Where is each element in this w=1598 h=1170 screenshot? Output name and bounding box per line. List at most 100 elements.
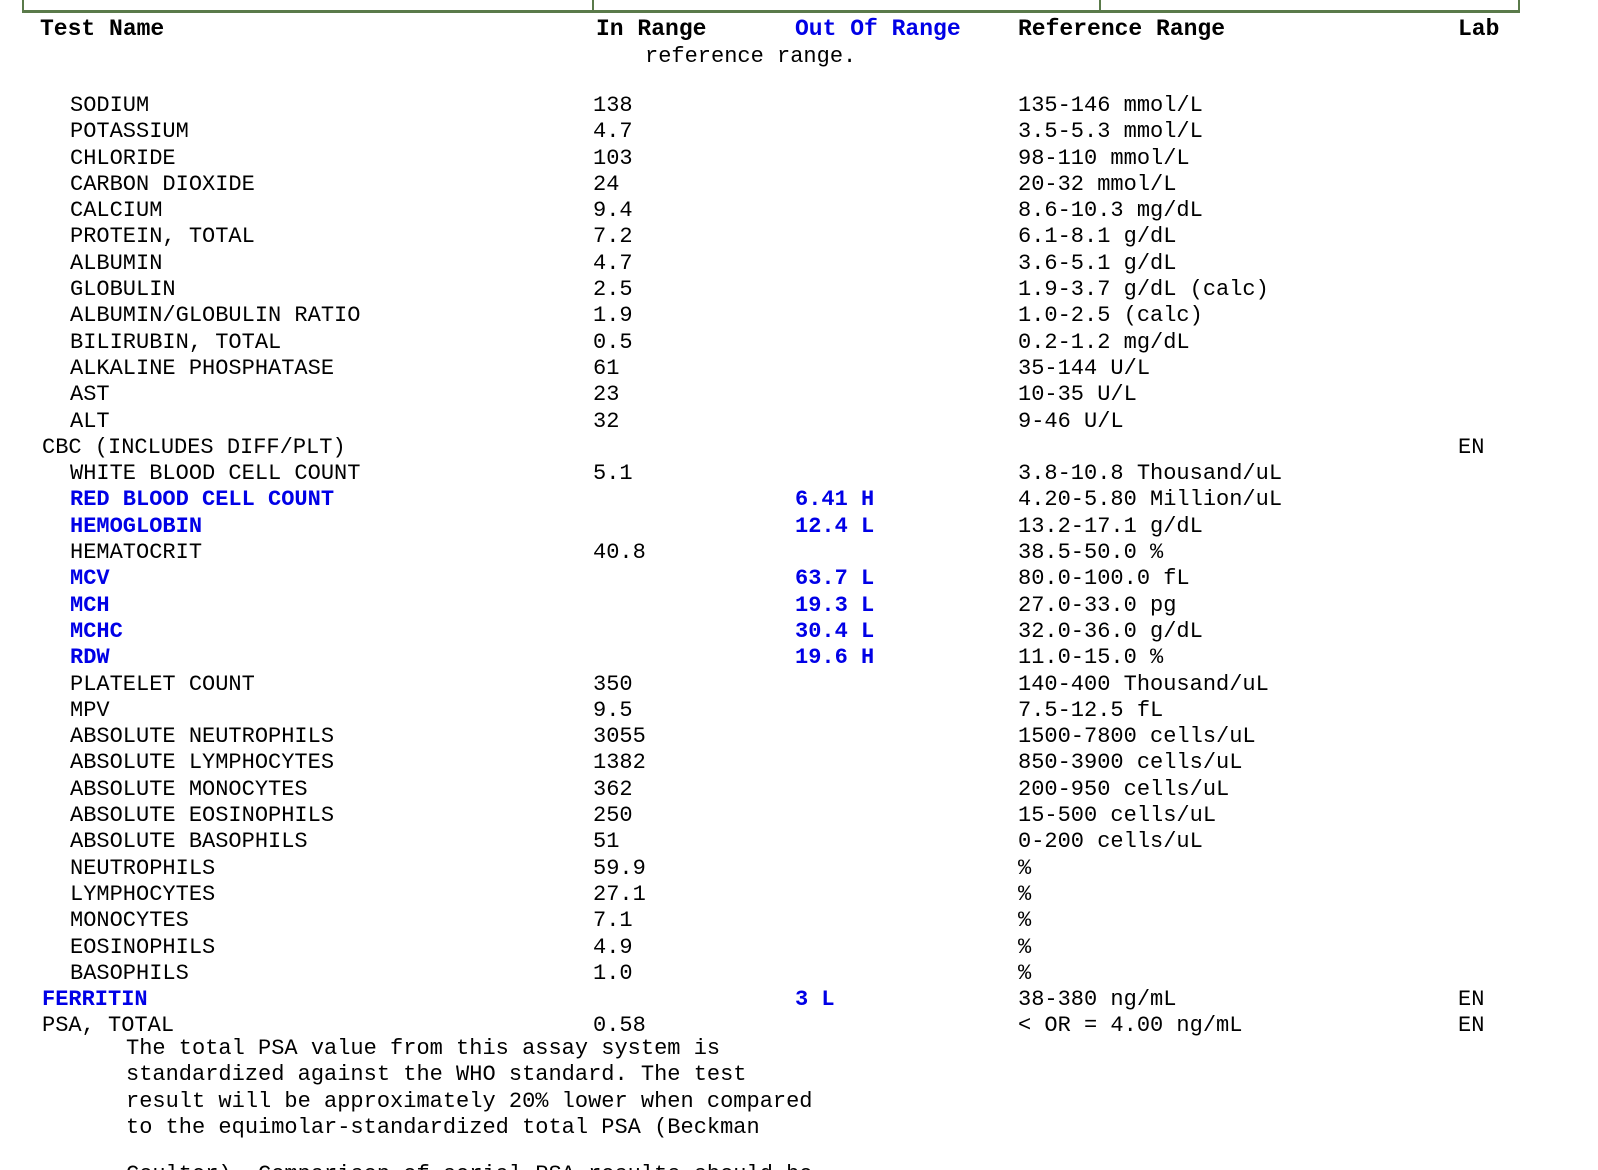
result-row: AST 23 10-35 U/L xyxy=(0,382,1598,408)
column-header-test-name: Test Name xyxy=(40,16,165,42)
result-test-name: ABSOLUTE LYMPHOCYTES xyxy=(70,750,335,776)
result-in-range-value: 362 xyxy=(593,776,633,802)
column-header-reference-range: Reference Range xyxy=(1018,16,1226,42)
result-out-of-range-value: 19.3 L xyxy=(795,592,875,618)
results-list: SODIUM 138 135-146 mmol/L POTASSIUM 4.7 3.5-5… xyxy=(0,93,1598,1040)
psa-comment-line: The total PSA value from this assay syst… xyxy=(0,1036,1598,1062)
result-test-name: HEMOGLOBIN xyxy=(70,513,203,539)
results-table-header: Test Name In Range Out Of Range Referenc… xyxy=(0,14,1598,44)
result-test-name: ALBUMIN xyxy=(70,250,163,276)
result-reference-range: 0-200 cells/uL xyxy=(1018,829,1203,855)
result-out-of-range-value: 30.4 L xyxy=(795,618,875,644)
column-header-in-range: In Range xyxy=(596,16,707,42)
result-test-name: LYMPHOCYTES xyxy=(70,881,216,907)
result-reference-range: 135-146 mmol/L xyxy=(1018,93,1203,118)
result-row: ABSOLUTE LYMPHOCYTES 1382 850-3900 cells/u… xyxy=(0,750,1598,776)
result-row: MCV 63.7 L 80.0-100.0 fL xyxy=(0,566,1598,592)
result-in-range-value: 3055 xyxy=(593,724,646,750)
result-reference-range: 38.5-50.0 % xyxy=(1018,540,1164,566)
result-test-name: MCHC xyxy=(70,618,123,644)
result-test-name: CALCIUM xyxy=(70,198,163,224)
result-in-range-value: 4.7 xyxy=(593,119,633,145)
result-row: RDW 19.6 H 11.0-15.0 % xyxy=(0,645,1598,671)
result-in-range-value: 24 xyxy=(593,171,620,197)
result-row: CARBON DIOXIDE 24 20-32 mmol/L xyxy=(0,172,1598,198)
result-reference-range: 8.6-10.3 mg/dL xyxy=(1018,198,1203,224)
result-reference-range: 35-144 U/L xyxy=(1018,355,1151,381)
result-in-range-value: 40.8 xyxy=(593,540,646,566)
result-reference-range: 1.0-2.5 (calc) xyxy=(1018,303,1203,329)
table-column-divider-1 xyxy=(592,0,594,11)
result-in-range-value: 7.2 xyxy=(593,224,633,250)
result-row: PROTEIN, TOTAL 7.2 6.1-8.1 g/dL xyxy=(0,224,1598,250)
result-row: CALCIUM 9.4 8.6-10.3 mg/dL xyxy=(0,198,1598,224)
result-lab-code: EN xyxy=(1458,987,1485,1013)
table-frame-top xyxy=(22,0,1520,13)
result-in-range-value: 103 xyxy=(593,145,633,171)
result-row: BASOPHILS 1.0% xyxy=(0,961,1598,987)
result-row: ABSOLUTE BASOPHILS 51 0-200 cells/uL xyxy=(0,829,1598,855)
result-row: MONOCYTES 7.1% xyxy=(0,908,1598,934)
result-lab-code: EN xyxy=(1458,434,1485,460)
psa-comment-line: standardized against the WHO standard. T… xyxy=(0,1062,1598,1088)
result-test-name: AST xyxy=(70,382,110,408)
psa-comment-text: result will be approximately 20% lower w… xyxy=(126,1088,813,1114)
psa-comment-line: result will be approximately 20% lower w… xyxy=(0,1089,1598,1115)
result-reference-range: 32.0-36.0 g/dL xyxy=(1018,618,1203,644)
result-test-name: ABSOLUTE EOSINOPHILS xyxy=(70,803,335,829)
result-out-of-range-value: 19.6 H xyxy=(795,645,875,671)
carry-over-note: reference range. xyxy=(645,44,857,69)
column-header-out-of-range: Out Of Range xyxy=(795,16,961,42)
result-in-range-value: 7.1 xyxy=(593,908,633,934)
result-reference-range: 38-380 ng/mL xyxy=(1018,987,1177,1013)
result-test-name: ABSOLUTE MONOCYTES xyxy=(70,776,308,802)
result-row: LYMPHOCYTES 27.1% xyxy=(0,882,1598,908)
result-reference-range: 6.1-8.1 g/dL xyxy=(1018,224,1177,250)
result-reference-range: 9-46 U/L xyxy=(1018,408,1124,434)
column-header-lab: Lab xyxy=(1458,16,1500,42)
result-in-range-value: 1.0 xyxy=(593,960,633,986)
result-row: SODIUM 138 135-146 mmol/L xyxy=(0,93,1598,119)
result-test-name: POTASSIUM xyxy=(70,119,189,145)
result-test-name: BASOPHILS xyxy=(70,960,189,986)
result-row: PLATELET COUNT 350 140-400 Thousand/uL xyxy=(0,672,1598,698)
result-in-range-value: 61 xyxy=(593,355,620,381)
result-reference-range: 15-500 cells/uL xyxy=(1018,803,1217,829)
result-test-name: NEUTROPHILS xyxy=(70,855,216,881)
result-reference-range: % xyxy=(1018,960,1032,986)
result-row: ABSOLUTE MONOCYTES 362 200-950 cells/uL xyxy=(0,777,1598,803)
result-in-range-value: 5.1 xyxy=(593,461,633,487)
result-test-name: EOSINOPHILS xyxy=(70,934,216,960)
result-row: FERRITIN 3 L 38-380 ng/mL EN xyxy=(0,987,1598,1013)
result-in-range-value: 1382 xyxy=(593,750,646,776)
result-row: NEUTROPHILS 59.9% xyxy=(0,856,1598,882)
result-reference-range: 3.8-10.8 Thousand/uL xyxy=(1018,461,1283,487)
result-reference-range: 13.2-17.1 g/dL xyxy=(1018,513,1203,539)
result-row: ABSOLUTE NEUTROPHILS 3055 1500-7800 cells/… xyxy=(0,724,1598,750)
result-reference-range: 10-35 U/L xyxy=(1018,382,1137,408)
result-reference-range: 0.2-1.2 mg/dL xyxy=(1018,329,1190,355)
result-reference-range: 98-110 mmol/L xyxy=(1018,145,1190,171)
result-test-name: RED BLOOD CELL COUNT xyxy=(70,487,335,513)
result-out-of-range-value: 6.41 H xyxy=(795,487,875,513)
psa-comment-text: to the equimolar-standardized total PSA … xyxy=(126,1114,760,1140)
result-row: POTASSIUM 4.7 3.5-5.3 mmol/L xyxy=(0,119,1598,145)
result-test-name: ALT xyxy=(70,408,110,434)
result-row: MCH 19.3 L 27.0-33.0 pg xyxy=(0,593,1598,619)
result-row: GLOBULIN 2.5 1.9-3.7 g/dL (calc) xyxy=(0,277,1598,303)
result-reference-range: 850-3900 cells/uL xyxy=(1018,750,1243,776)
psa-comment-text: standardized against the WHO standard. T… xyxy=(126,1062,747,1088)
result-in-range-value: 59.9 xyxy=(593,855,646,881)
result-reference-range: % xyxy=(1018,855,1032,881)
result-reference-range: % xyxy=(1018,881,1032,907)
result-row: WHITE BLOOD CELL COUNT 5.1 3.8-10.8 Thousa… xyxy=(0,461,1598,487)
result-in-range-value: 250 xyxy=(593,803,633,829)
result-test-name: GLOBULIN xyxy=(70,277,176,303)
result-test-name: MCH xyxy=(70,592,110,618)
result-row: MCHC 30.4 L 32.0-36.0 g/dL xyxy=(0,619,1598,645)
result-test-name: CBC (INCLUDES DIFF/PLT) xyxy=(42,434,346,460)
result-test-name: SODIUM xyxy=(70,93,150,118)
result-test-name: MPV xyxy=(70,697,110,723)
result-row: CHLORIDE 103 98-110 mmol/L xyxy=(0,146,1598,172)
result-row: ALBUMIN/GLOBULIN RATIO 1.9 1.0-2.5 (calc) xyxy=(0,303,1598,329)
